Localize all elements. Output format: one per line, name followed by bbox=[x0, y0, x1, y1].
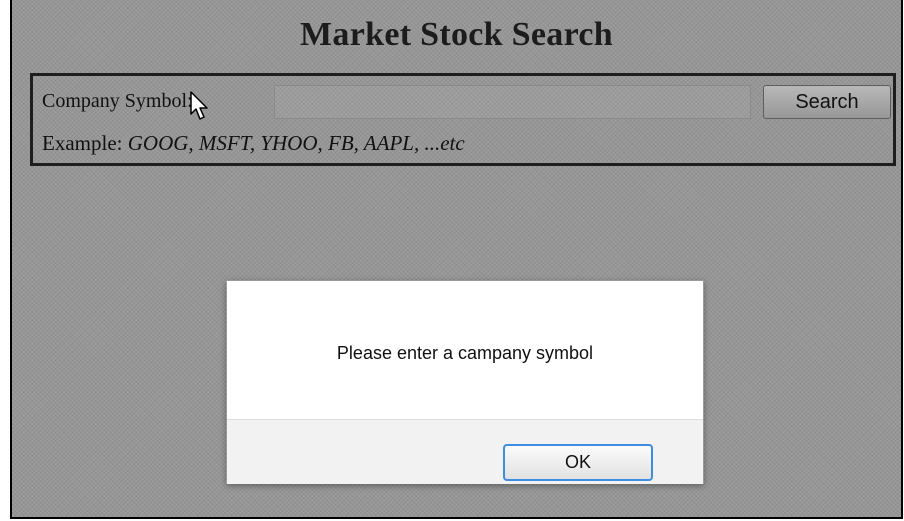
ok-button[interactable]: OK bbox=[503, 444, 653, 481]
alert-dialog: Please enter a campany symbol OK bbox=[226, 280, 704, 484]
dialog-footer: OK bbox=[227, 419, 703, 484]
example-hint: Example: GOOG, MSFT, YHOO, FB, AAPL, ...… bbox=[42, 131, 465, 156]
search-button[interactable]: Search bbox=[763, 85, 891, 119]
company-symbol-input[interactable] bbox=[274, 85, 751, 119]
page-title: Market Stock Search bbox=[300, 16, 613, 53]
dialog-message: Please enter a campany symbol bbox=[336, 343, 594, 363]
company-symbol-label: Company Symbol: bbox=[42, 90, 193, 112]
example-symbols: GOOG, MSFT, YHOO, FB, AAPL, ...etc bbox=[127, 131, 465, 155]
search-form: Company Symbol: Search Example: GOOG, MS… bbox=[30, 73, 896, 166]
mouse-pointer-icon bbox=[190, 91, 208, 120]
example-prefix: Example: bbox=[42, 131, 128, 155]
